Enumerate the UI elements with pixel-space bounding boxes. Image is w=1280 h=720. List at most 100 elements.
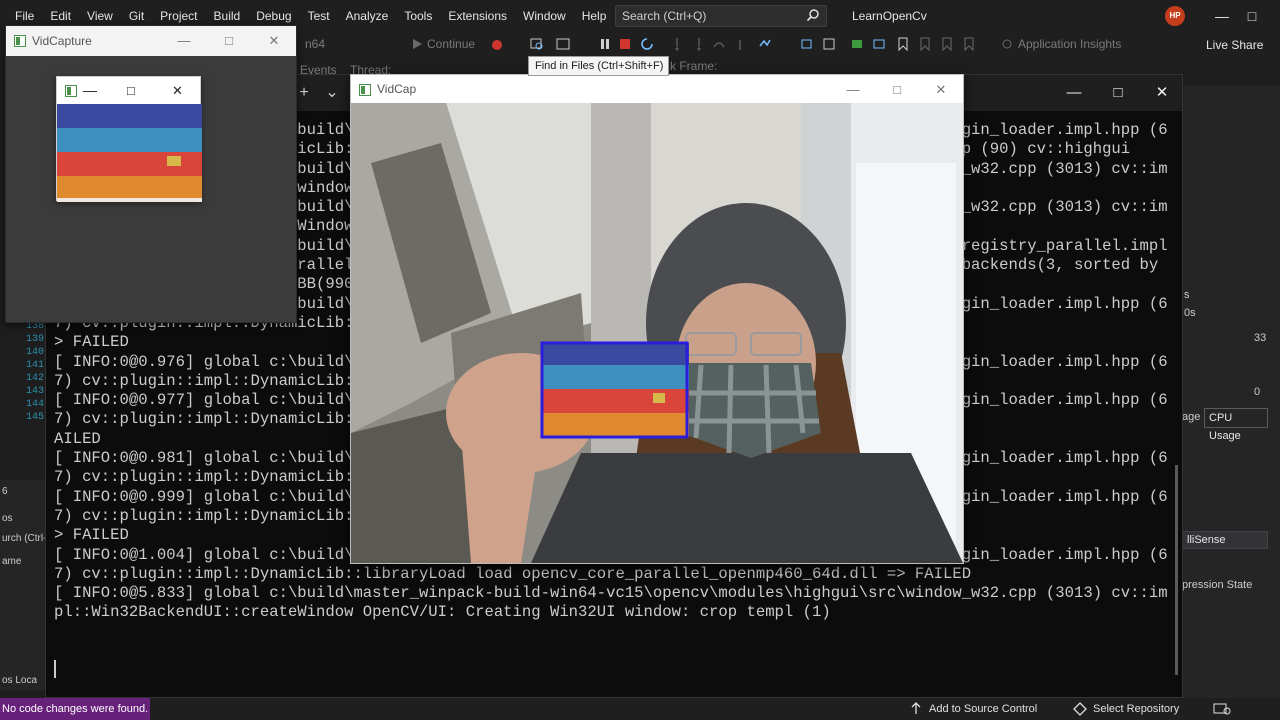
- crop-titlebar: — □ ✕: [57, 77, 200, 104]
- cpu-max-value: 33: [1254, 332, 1267, 344]
- app-icon: [359, 84, 371, 96]
- status-bar-right: Add to Source Control Select Repository: [150, 698, 1280, 720]
- diagnostics-panel: s 0s 33 0 age pression State: [1182, 86, 1280, 698]
- bookmark-next-icon[interactable]: [940, 37, 954, 51]
- left-panel-column: ame: [2, 556, 22, 567]
- breakpoints-icon[interactable]: [800, 37, 814, 51]
- app-icon: [65, 85, 77, 97]
- continue-button[interactable]: Continue: [427, 32, 475, 56]
- platform-dropdown[interactable]: n64: [305, 32, 325, 56]
- vidcap-titlebar: VidCap — □ ✕: [351, 75, 963, 103]
- maximize-button[interactable]: □: [127, 77, 135, 104]
- step-out-icon[interactable]: [712, 37, 726, 51]
- menu-window[interactable]: Window: [515, 0, 574, 32]
- close-button[interactable]: ✕: [172, 77, 183, 104]
- search-icon: [806, 9, 819, 22]
- bookmark-prev-icon[interactable]: [918, 37, 932, 51]
- window-title: VidCapture: [32, 34, 92, 48]
- console-line: [ INFO:0@5.833] global c:\build\master_w…: [54, 584, 1168, 603]
- minimize-button[interactable]: —: [169, 26, 199, 56]
- diagnostics-icon[interactable]: [758, 37, 772, 51]
- left-tool-panel: 6 os urch (Ctrl- ame: [0, 480, 50, 680]
- line-number: 141: [25, 360, 44, 371]
- show-next-icon[interactable]: [733, 37, 747, 51]
- tab-dropdown-icon[interactable]: ⌄: [320, 75, 344, 111]
- close-button[interactable]: ✕: [259, 26, 289, 56]
- console-line: pl::Win32BackendUI::createWindow OpenCV/…: [54, 603, 831, 622]
- vidcapture-window: VidCapture — □ ✕ — □ ✕: [5, 25, 297, 323]
- step-into-icon[interactable]: [670, 37, 684, 51]
- menu-test[interactable]: Test: [300, 0, 338, 32]
- menu-tools[interactable]: Tools: [396, 0, 440, 32]
- app-insights-icon[interactable]: [1000, 37, 1014, 51]
- select-repository-button[interactable]: Select Repository: [1093, 698, 1179, 720]
- search-placeholder: Search (Ctrl+Q): [622, 9, 707, 23]
- restart-icon[interactable]: [640, 37, 654, 51]
- webcam-image: [351, 103, 963, 563]
- status-message: No code changes were found.: [0, 698, 150, 720]
- line-number: 140: [25, 347, 44, 358]
- maximize-button[interactable]: □: [882, 75, 912, 105]
- close-button[interactable]: ✕: [926, 75, 956, 105]
- menu-analyze[interactable]: Analyze: [338, 0, 397, 32]
- stop-icon[interactable]: [618, 37, 632, 51]
- cpu-usage-tab[interactable]: CPU Usage: [1204, 408, 1268, 442]
- find-in-files-tooltip: Find in Files (Ctrl+Shift+F): [528, 56, 669, 76]
- pause-icon[interactable]: [598, 37, 612, 51]
- vs-minimize-button[interactable]: —: [1210, 0, 1234, 32]
- minimize-button[interactable]: —: [838, 75, 868, 105]
- minimize-button[interactable]: —: [83, 77, 97, 104]
- hot-reload-icon[interactable]: [490, 37, 504, 51]
- crop-template-window: — □ ✕: [56, 76, 202, 202]
- line-number: 139: [25, 334, 44, 345]
- process-label: s: [1184, 289, 1190, 301]
- tab-outputs[interactable]: os: [2, 675, 13, 686]
- app-icon: [14, 35, 26, 47]
- app-insights-button[interactable]: Application Insights: [1018, 32, 1121, 56]
- search-input[interactable]: Search (Ctrl+Q): [615, 5, 827, 27]
- find-in-files-icon[interactable]: [530, 37, 544, 51]
- camera-frame: [351, 103, 963, 563]
- step-over-icon[interactable]: [692, 37, 706, 51]
- console-scrollbar[interactable]: [1175, 465, 1178, 675]
- console-maximize-button[interactable]: □: [1098, 75, 1138, 111]
- layout-icon[interactable]: [822, 37, 836, 51]
- comment-icon[interactable]: [850, 37, 864, 51]
- vs-maximize-button[interactable]: □: [1240, 0, 1264, 32]
- left-panel-label: os: [2, 513, 13, 524]
- live-share-button[interactable]: Live Share: [1206, 32, 1263, 58]
- add-to-source-control-button[interactable]: Add to Source Control: [929, 698, 1037, 720]
- menu-help[interactable]: Help: [574, 0, 615, 32]
- menu-extensions[interactable]: Extensions: [440, 0, 515, 32]
- arrow-up-icon: [911, 702, 921, 714]
- windows-icon[interactable]: [556, 37, 570, 51]
- console-line: 7) cv::plugin::impl::DynamicLib::library…: [54, 564, 972, 583]
- console-close-button[interactable]: ✕: [1142, 75, 1182, 111]
- line-number: 145: [25, 412, 44, 423]
- cpu-min-value: 0: [1254, 386, 1261, 398]
- left-panel-dropdown[interactable]: 6: [2, 486, 48, 497]
- card-template-graphic: [57, 104, 202, 202]
- bookmark-icon[interactable]: [896, 37, 910, 51]
- console-minimize-button[interactable]: —: [1054, 75, 1094, 111]
- window-title: VidCap: [377, 82, 417, 96]
- intellisense-filter[interactable]: lliSense: [1182, 531, 1268, 549]
- timeline-label: 0s: [1184, 307, 1196, 319]
- continue-icon[interactable]: [410, 37, 424, 51]
- git-icon: [1073, 702, 1087, 716]
- bottom-tab-strip: os Loca: [0, 672, 45, 690]
- uncomment-icon[interactable]: [872, 37, 886, 51]
- avatar[interactable]: HP: [1165, 6, 1185, 26]
- memory-usage-tab[interactable]: age: [1182, 411, 1200, 423]
- cropped-card-image: [57, 104, 202, 202]
- vidcap-window: VidCap — □ ✕: [350, 74, 964, 564]
- solution-name: LearnOpenCv: [852, 9, 927, 23]
- tab-locals[interactable]: Loca: [15, 675, 37, 686]
- console-cursor: [54, 660, 56, 678]
- line-number: 142: [25, 373, 44, 384]
- notifications-icon[interactable]: [1213, 702, 1231, 716]
- left-panel-search[interactable]: urch (Ctrl-: [2, 533, 48, 544]
- bookmark-clear-icon[interactable]: [962, 37, 976, 51]
- suppression-state-column: pression State: [1182, 579, 1253, 591]
- maximize-button[interactable]: □: [214, 26, 244, 56]
